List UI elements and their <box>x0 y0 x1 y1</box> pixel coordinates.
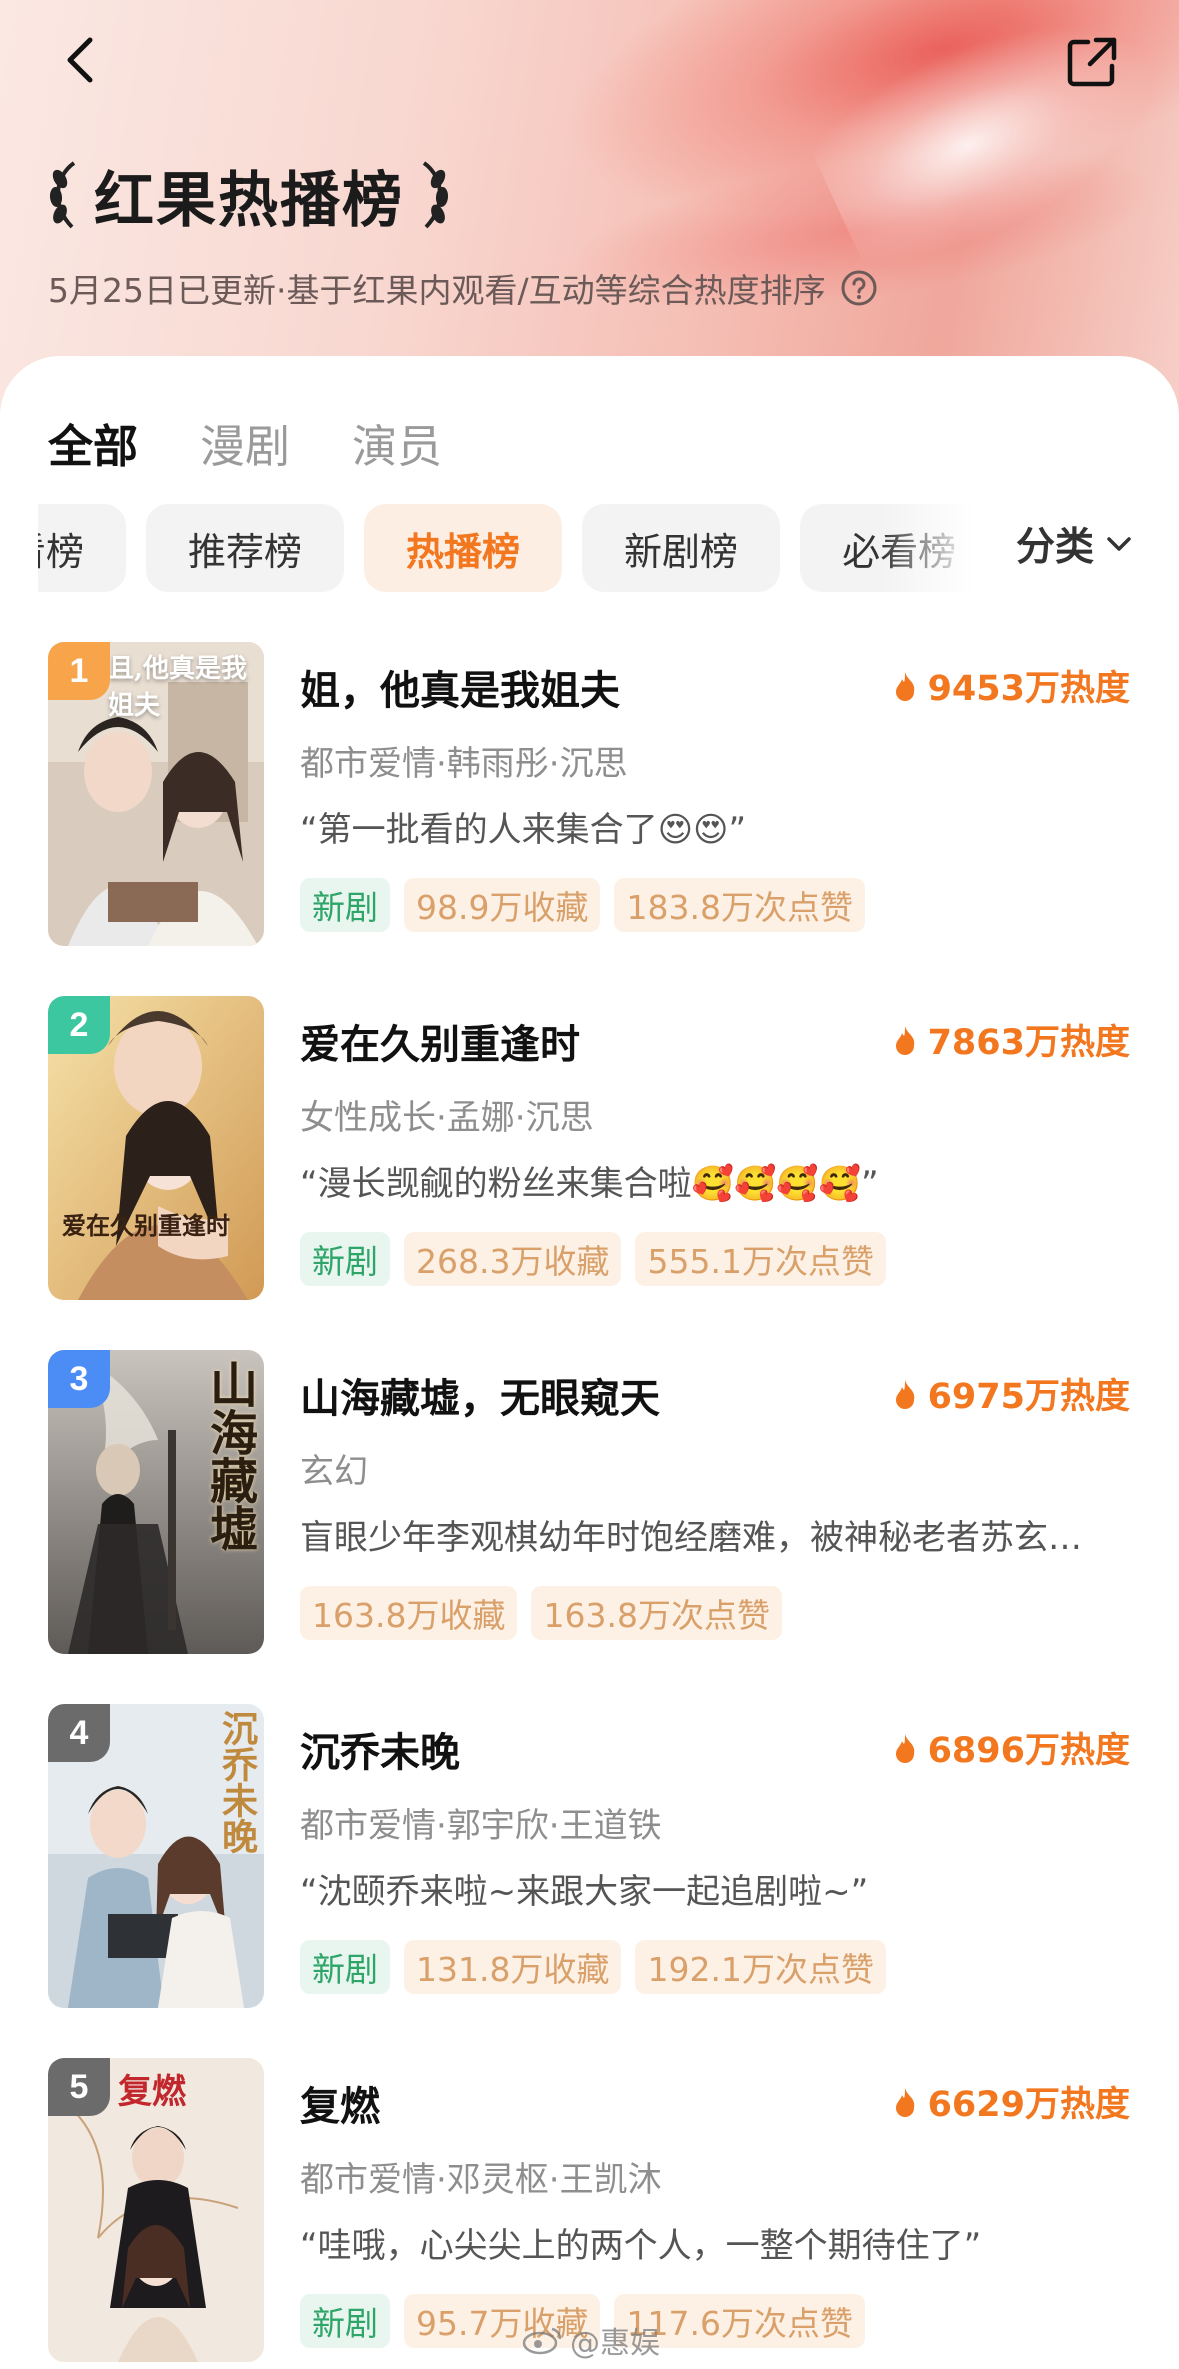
heat-score: 9453万热度 <box>892 660 1130 711</box>
new-tag: 新剧 <box>300 1232 390 1286</box>
rank-badge: 2 <box>48 996 110 1054</box>
flame-icon <box>895 2087 914 2117</box>
show-meta: 都市爱情·韩雨彤·沉思 <box>300 744 628 784</box>
weibo-icon <box>522 2327 562 2355</box>
new-tag: 新剧 <box>300 878 390 932</box>
heat-score: 6896万热度 <box>892 1722 1130 1773</box>
ranking-chips: 必看榜 推荐榜 热播榜 新剧榜 必看榜 <box>38 504 984 594</box>
likes-tag: 163.8万次点赞 <box>531 1586 782 1640</box>
cover-image[interactable]: 沉乔未晚 4 <box>48 1704 264 2008</box>
likes-tag: 183.8万次点赞 <box>614 878 865 932</box>
cover-image[interactable]: 复燃 5 <box>48 2058 264 2362</box>
rank-badge: 4 <box>48 1704 110 1762</box>
cover-image[interactable]: 山海藏墟 3 <box>48 1350 264 1654</box>
item-info: 姐，他真是我姐夫 9453万热度 都市爱情·韩雨彤·沉思 “第一批看的人来集合了… <box>300 642 1140 946</box>
likes-tag: 192.1万次点赞 <box>635 1940 886 1994</box>
tag-row: 新剧 268.3万收藏 555.1万次点赞 <box>300 1232 900 1286</box>
cover-title-text: 山海藏墟 <box>201 1360 257 1552</box>
list-item[interactable]: 复燃 5 复燃 6629万热度 都市爱情·邓灵枢·王凯沐 “哇哦，心尖尖上的两个… <box>0 2058 1179 2362</box>
list-item[interactable]: 山海藏墟 3 山海藏墟，无眼窥天 6975万热度 玄幻 盲眼少年李观棋幼年时饱经… <box>0 1350 1179 1654</box>
list-item[interactable]: 爱在久别重逢时 2 爱在久别重逢时 7863万热度 女性成长·孟娜·沉思 “漫长… <box>0 996 1179 1300</box>
flame-icon <box>895 671 914 701</box>
item-info: 爱在久别重逢时 7863万热度 女性成长·孟娜·沉思 “漫长觊觎的粉丝来集合啦🥰… <box>300 996 1140 1300</box>
show-title[interactable]: 沉乔未晚 <box>300 1720 460 1778</box>
top-tabs: 全部 漫剧 演员 <box>48 410 504 475</box>
heat-value: 9453万热度 <box>927 669 1130 709</box>
show-meta: 都市爱情·郭宇欣·王道铁 <box>300 1806 662 1846</box>
question-circle-icon[interactable] <box>840 269 878 307</box>
page-subtitle: 5月25日已更新·基于红果内观看/互动等综合热度排序 <box>48 271 826 310</box>
show-quote: “沈颐乔来啦~来跟大家一起追剧啦~” <box>300 1872 869 1912</box>
flame-icon <box>895 1025 914 1055</box>
list-item[interactable]: 且,他真是我姐夫 1 姐，他真是我姐夫 9453万热度 都市爱情·韩雨彤·沉思 … <box>0 642 1179 946</box>
chips-fade <box>880 496 990 596</box>
rank-badge: 5 <box>48 2058 110 2116</box>
cover-title-text: 且,他真是我姐夫 <box>108 654 248 721</box>
item-info: 山海藏墟，无眼窥天 6975万热度 玄幻 盲眼少年李观棋幼年时饱经磨难，被神秘老… <box>300 1350 1140 1654</box>
cover-image[interactable]: 爱在久别重逢时 2 <box>48 996 264 1300</box>
chevron-left-icon <box>67 37 93 83</box>
show-quote: “漫长觊觎的粉丝来集合啦🥰🥰🥰🥰” <box>300 1164 879 1204</box>
show-title[interactable]: 山海藏墟，无眼窥天 <box>300 1366 660 1424</box>
laurel-right-icon <box>422 161 449 229</box>
tab-comics[interactable]: 漫剧 <box>200 410 290 475</box>
chip-hot[interactable]: 热播榜 <box>364 504 563 592</box>
back-button[interactable] <box>52 30 112 90</box>
category-button[interactable]: 分类 <box>1016 516 1134 572</box>
new-tag: 新剧 <box>300 2294 390 2348</box>
watermark-text: @惠娱 <box>570 2326 660 2361</box>
heat-score: 7863万热度 <box>892 1014 1130 1065</box>
heat-value: 6629万热度 <box>927 2085 1130 2125</box>
favorites-tag: 98.9万收藏 <box>404 878 601 932</box>
show-meta: 玄幻 <box>300 1452 368 1492</box>
list-item[interactable]: 沉乔未晚 4 沉乔未晚 6896万热度 都市爱情·郭宇欣·王道铁 “沈颐乔来啦~… <box>0 1704 1179 2008</box>
heat-score: 6975万热度 <box>892 1368 1130 1419</box>
tab-all[interactable]: 全部 <box>48 410 138 475</box>
show-title[interactable]: 爱在久别重逢时 <box>300 1012 580 1070</box>
show-quote: “哇哦，心尖尖上的两个人，一整个期待住了” <box>300 2226 982 2266</box>
tab-actors[interactable]: 演员 <box>352 410 442 475</box>
laurel-left-icon <box>49 161 76 229</box>
cover-title-text: 沉乔未晚 <box>216 1710 258 1854</box>
show-quote: “第一批看的人来集合了😍😍” <box>300 810 747 850</box>
flame-icon <box>895 1379 914 1409</box>
favorites-tag: 268.3万收藏 <box>404 1232 622 1286</box>
tag-row: 新剧 98.9万收藏 183.8万次点赞 <box>300 878 879 932</box>
cover-image[interactable]: 且,他真是我姐夫 1 <box>48 642 264 946</box>
favorites-tag: 131.8万收藏 <box>404 1940 622 1994</box>
chevron-down-icon <box>1107 537 1131 551</box>
page-title-row: 红果热播榜 <box>44 150 454 240</box>
show-title[interactable]: 复燃 <box>300 2074 380 2132</box>
heat-score: 6629万热度 <box>892 2076 1130 2127</box>
share-button[interactable] <box>1062 32 1122 92</box>
subtitle-row: 5月25日已更新·基于红果内观看/互动等综合热度排序 <box>48 264 878 312</box>
item-info: 复燃 6629万热度 都市爱情·邓灵枢·王凯沐 “哇哦，心尖尖上的两个人，一整个… <box>300 2058 1140 2362</box>
tag-row: 163.8万收藏 163.8万次点赞 <box>300 1586 796 1640</box>
likes-tag: 555.1万次点赞 <box>635 1232 886 1286</box>
heat-value: 6975万热度 <box>927 1377 1130 1417</box>
item-info: 沉乔未晚 6896万热度 都市爱情·郭宇欣·王道铁 “沈颐乔来啦~来跟大家一起追… <box>300 1704 1140 2008</box>
chip-new[interactable]: 新剧榜 <box>582 504 781 592</box>
favorites-tag: 163.8万收藏 <box>300 1586 518 1640</box>
share-icon <box>1067 37 1117 87</box>
show-title[interactable]: 姐，他真是我姐夫 <box>300 658 620 716</box>
show-synopsis: 盲眼少年李观棋幼年时饱经磨难，被神秘老者苏玄… <box>300 1518 1082 1558</box>
heat-value: 6896万热度 <box>927 1731 1130 1771</box>
chip-recommend[interactable]: 推荐榜 <box>146 504 345 592</box>
rank-badge: 3 <box>48 1350 110 1408</box>
heat-value: 7863万热度 <box>927 1023 1130 1063</box>
flame-icon <box>895 1733 914 1763</box>
category-label: 分类 <box>1016 525 1095 570</box>
content-card: 全部 漫剧 演员 必看榜 推荐榜 热播榜 新剧榜 必看榜 分类 <box>0 356 1179 2369</box>
show-meta: 都市爱情·邓灵枢·王凯沐 <box>300 2160 662 2200</box>
cover-title-text: 复燃 <box>118 2072 186 2112</box>
watermark: @惠娱 <box>520 2318 660 2362</box>
page-title: 红果热播榜 <box>94 165 404 236</box>
chip-must-watch[interactable]: 必看榜 <box>38 504 127 592</box>
rank-badge: 1 <box>48 642 110 700</box>
show-meta: 女性成长·孟娜·沉思 <box>300 1098 594 1138</box>
tag-row: 新剧 131.8万收藏 192.1万次点赞 <box>300 1940 900 1994</box>
cover-title-text: 爱在久别重逢时 <box>62 1211 230 1240</box>
new-tag: 新剧 <box>300 1940 390 1994</box>
